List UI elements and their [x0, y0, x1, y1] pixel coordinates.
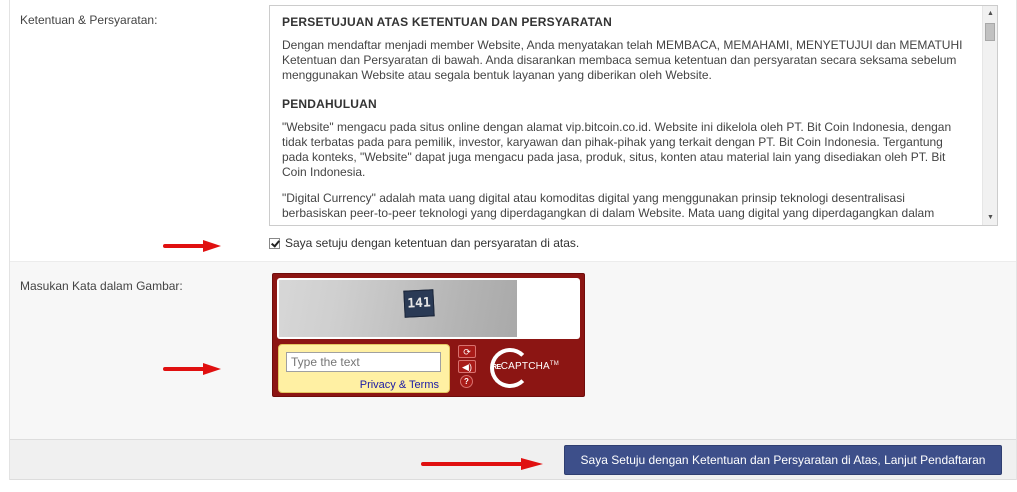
terms-heading-intro: PENDAHULUAN	[282, 97, 377, 111]
captcha-input[interactable]	[286, 352, 441, 372]
agree-checkbox[interactable]	[269, 237, 280, 249]
recaptcha-logo-text: RECAPTCHATM	[492, 361, 559, 372]
speaker-icon[interactable]: ◀)	[458, 360, 476, 373]
scroll-up-arrow-icon[interactable]: ▲	[983, 6, 997, 21]
recaptcha-widget: 141 Privacy & Terms ⟳ ◀) ? RECAPTCHATM	[272, 273, 585, 397]
captcha-row: Masukan Kata dalam Gambar: 141 Privacy &…	[10, 261, 1016, 439]
red-arrow-icon	[163, 363, 221, 375]
captcha-image: 141	[279, 280, 517, 337]
red-arrow-icon	[421, 458, 543, 470]
agree-row: Saya setuju dengan ketentuan dan persyar…	[269, 236, 579, 250]
terms-scrollbar[interactable]: ▲ ▼	[982, 6, 997, 225]
captcha-input-area: Privacy & Terms	[278, 344, 450, 393]
terms-paragraph: Dengan mendaftar menjadi member Website,…	[282, 38, 963, 82]
help-icon[interactable]: ?	[460, 375, 473, 388]
captcha-image-frame: 141	[277, 278, 580, 339]
captcha-controls: ⟳ ◀) ?	[458, 345, 480, 390]
terms-textbox[interactable]: PERSETUJUAN ATAS KETENTUAN DAN PERSYARAT…	[269, 5, 998, 226]
terms-row: Ketentuan & Persyaratan: PERSETUJUAN ATA…	[10, 0, 1016, 261]
terms-content: PERSETUJUAN ATAS KETENTUAN DAN PERSYARAT…	[270, 6, 982, 225]
terms-paragraph: "Digital Currency" adalah mata uang digi…	[282, 191, 935, 220]
registration-panel: Ketentuan & Persyaratan: PERSETUJUAN ATA…	[9, 0, 1017, 480]
refresh-icon[interactable]: ⟳	[458, 345, 476, 358]
recaptcha-logo: RECAPTCHATM	[487, 347, 582, 391]
scroll-thumb[interactable]	[985, 23, 995, 41]
captcha-label: Masukan Kata dalam Gambar:	[20, 279, 183, 293]
scroll-down-arrow-icon[interactable]: ▼	[983, 210, 997, 225]
terms-label: Ketentuan & Persyaratan:	[20, 13, 158, 27]
privacy-terms-link[interactable]: Privacy & Terms	[360, 379, 439, 391]
terms-heading-agreement: PERSETUJUAN ATAS KETENTUAN DAN PERSYARAT…	[282, 15, 612, 29]
agree-label[interactable]: Saya setuju dengan ketentuan dan persyar…	[285, 236, 579, 250]
terms-paragraph: "Website" mengacu pada situs online deng…	[282, 120, 952, 179]
captcha-number-plate: 141	[403, 289, 435, 318]
red-arrow-icon	[163, 240, 221, 252]
agree-and-continue-button[interactable]: Saya Setuju dengan Ketentuan dan Persyar…	[564, 445, 1002, 475]
